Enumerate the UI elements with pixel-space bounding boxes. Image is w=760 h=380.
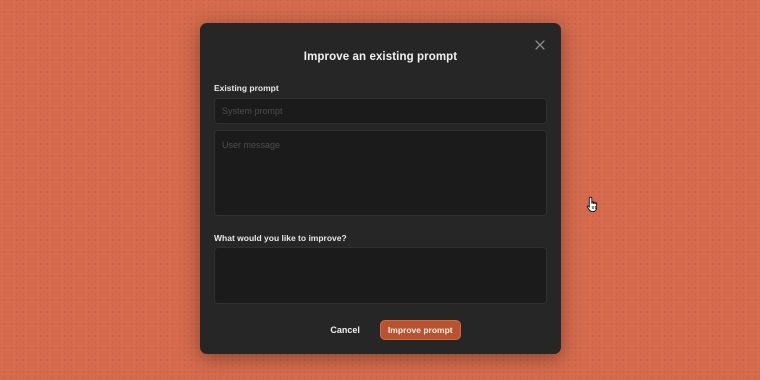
improvement-input[interactable]: [214, 247, 547, 304]
close-icon: [535, 40, 545, 50]
dialog-actions: Cancel Improve prompt: [200, 320, 561, 340]
existing-prompt-label: Existing prompt: [214, 83, 279, 93]
user-message-input[interactable]: [214, 130, 547, 216]
cancel-button[interactable]: Cancel: [324, 321, 366, 339]
improve-prompt-dialog: Improve an existing prompt Existing prom…: [200, 23, 561, 354]
system-prompt-input[interactable]: [214, 98, 547, 124]
improve-prompt-button[interactable]: Improve prompt: [379, 320, 461, 340]
dialog-title: Improve an existing prompt: [303, 51, 458, 63]
close-button[interactable]: [533, 38, 547, 52]
hand-pointer-icon: [586, 196, 600, 213]
improve-label: What would you like to improve?: [214, 233, 347, 243]
